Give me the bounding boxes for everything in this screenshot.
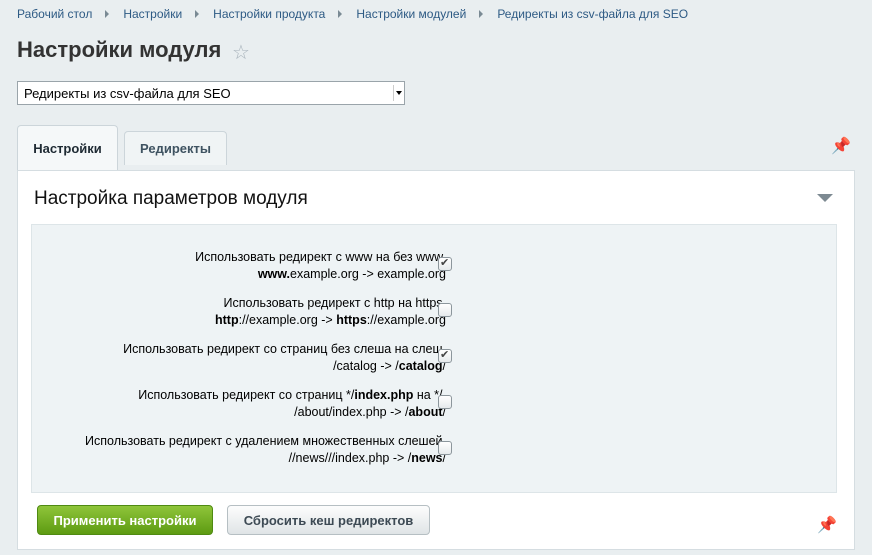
star-icon[interactable]: ☆ — [232, 40, 250, 65]
module-select[interactable]: Редиректы из csv-файла для SEO — [17, 81, 405, 105]
tab-redirects[interactable]: Редиректы — [124, 131, 227, 165]
option-row-trailing-slash: Использовать редирект со страниц без сле… — [32, 341, 836, 377]
collapse-icon[interactable] — [817, 194, 833, 202]
option-checkbox[interactable] — [438, 441, 452, 455]
option-label: Использовать редирект с http на https, h… — [214, 296, 446, 327]
option-label: Использовать редирект с удалением множес… — [85, 434, 446, 465]
option-label: Использовать редирект со страниц без сле… — [123, 342, 446, 373]
option-checkbox[interactable] — [438, 303, 452, 317]
breadcrumb-current[interactable]: Редиректы из csv-файла для SEO — [497, 7, 688, 21]
pin-icon[interactable]: 📌 — [817, 515, 837, 535]
apply-settings-button[interactable]: Применить настройки — [37, 505, 213, 535]
reset-cache-button[interactable]: Сбросить кеш редиректов — [227, 505, 430, 535]
option-row-index-php: Использовать редирект со страниц */index… — [32, 387, 836, 423]
options-box: Использовать редирект с www на без www, … — [31, 224, 837, 493]
breadcrumb-arrow-icon — [338, 10, 343, 18]
option-row-https: Использовать редирект с http на https, h… — [32, 295, 836, 331]
option-label: Использовать редирект с www на без www, … — [195, 250, 446, 281]
settings-panel: Настройка параметров модуля Использовать… — [17, 170, 855, 550]
breadcrumb-settings[interactable]: Настройки — [123, 7, 182, 21]
pin-icon[interactable]: 📌 — [831, 136, 851, 156]
option-row-multiple-slashes: Использовать редирект с удалением множес… — [32, 433, 836, 469]
breadcrumb-arrow-icon — [105, 10, 110, 18]
option-checkbox[interactable] — [438, 256, 452, 271]
option-checkbox[interactable] — [438, 395, 452, 409]
breadcrumb-product-settings[interactable]: Настройки продукта — [213, 7, 325, 21]
breadcrumb: Рабочий стол Настройки Настройки продукт… — [17, 7, 688, 21]
breadcrumb-desktop[interactable]: Рабочий стол — [17, 7, 92, 21]
option-row-www: Использовать редирект с www на без www, … — [32, 249, 836, 285]
option-checkbox[interactable] — [438, 348, 452, 363]
breadcrumb-arrow-icon — [479, 10, 484, 18]
chevron-down-icon — [393, 85, 402, 101]
tab-settings[interactable]: Настройки — [17, 125, 118, 171]
page-title: Настройки модуля — [17, 37, 222, 62]
section-title: Настройка параметров модуля — [34, 188, 308, 209]
module-select-value: Редиректы из csv-файла для SEO — [24, 86, 231, 101]
breadcrumb-module-settings[interactable]: Настройки модулей — [356, 7, 466, 21]
option-label: Использовать редирект со страниц */index… — [138, 388, 446, 419]
breadcrumb-arrow-icon — [195, 10, 200, 18]
